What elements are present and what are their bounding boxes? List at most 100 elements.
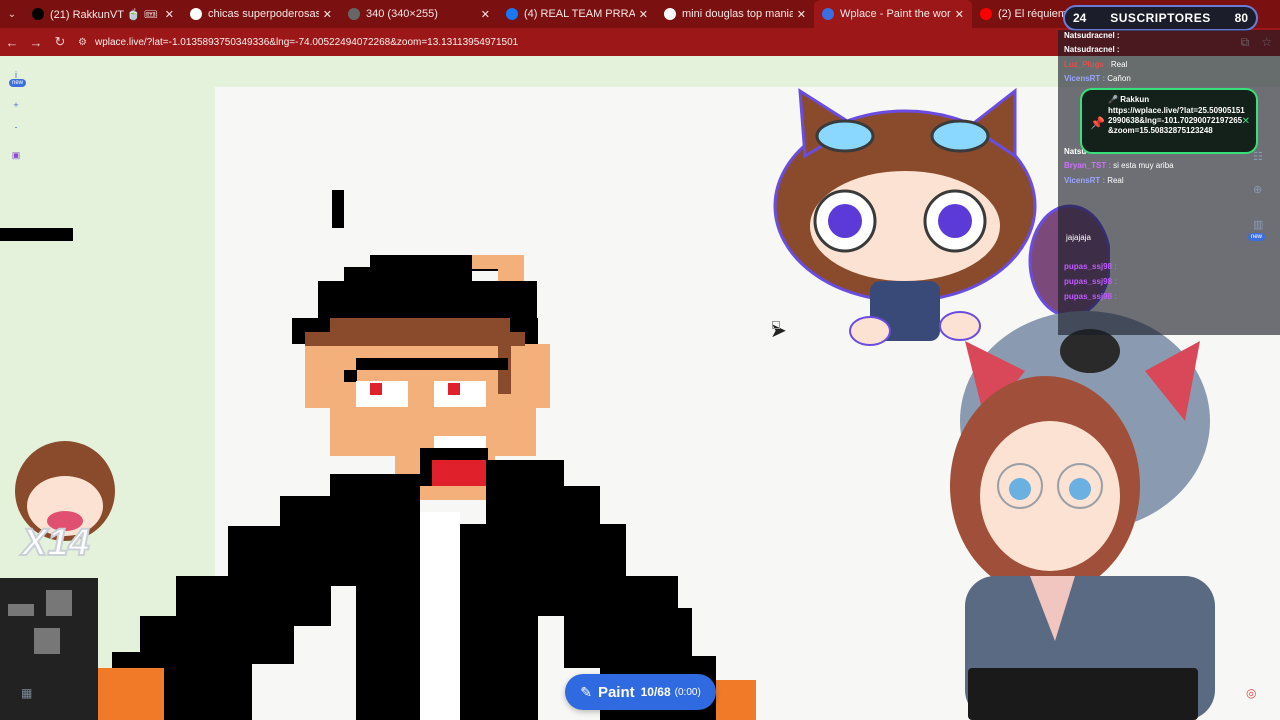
leaderboard-icon[interactable]: ▥	[1253, 218, 1263, 231]
url-text: wplace.live/?lat=-1.0135893750349336&lng…	[94, 36, 519, 48]
pinned-text: https://wplace.live/?lat=25.509051512990…	[1108, 106, 1245, 135]
chat-message: pupas_ssj98 :	[1064, 262, 1119, 271]
browser-tab[interactable]: mini douglas top manias - Mas ✕	[656, 0, 814, 28]
chat-text: Real	[1107, 176, 1124, 185]
pixel-jacket	[356, 586, 420, 720]
pixel-hair	[305, 332, 525, 346]
chibi-pupil	[828, 204, 862, 238]
pixel-tongue	[432, 460, 486, 486]
pixel-hat-highlight	[472, 255, 498, 269]
chibi-hand	[849, 316, 891, 346]
chat-message: pupas_ssj98 :	[1064, 277, 1119, 286]
google-icon	[664, 8, 676, 20]
url-field[interactable]: ⚙ wplace.live/?lat=-1.0135893750349336&l…	[78, 31, 1008, 53]
avatar-eye	[1009, 478, 1031, 500]
subscriber-goal-bar: 24 SUSCRIPTORES 80	[1063, 5, 1258, 31]
people-icon[interactable]: ☷	[1253, 150, 1263, 163]
pixel-eye-white	[356, 381, 408, 407]
crosshair-icon[interactable]: ⊕	[1253, 183, 1262, 196]
chat-message: Luz_Plugs : Real	[1064, 60, 1127, 69]
streamer-avatar	[950, 311, 1215, 720]
chat-message: pupas_ssj98 :	[1064, 292, 1119, 301]
subscriber-goal: 80	[1234, 11, 1248, 25]
paint-label: Paint	[597, 683, 635, 701]
chat-username: Natsudracnel :	[1064, 45, 1120, 54]
youtube-icon	[980, 8, 992, 20]
zoom-in-button[interactable]: +	[6, 100, 26, 110]
new-badge: new	[1248, 233, 1266, 241]
paint-charges: 10/68	[640, 685, 671, 699]
paintbrush-icon: ✎	[580, 683, 592, 700]
chat-username: pupas_ssj98 :	[1064, 277, 1117, 286]
twitch-icon[interactable]: ▣	[6, 150, 26, 161]
chat-username: VicensRT :	[1064, 74, 1106, 83]
pixel-eyebrow	[356, 358, 508, 370]
chat-message: jajajaja	[1064, 233, 1091, 242]
tab-title: chicas superpoderosas hombre	[208, 8, 319, 20]
image-icon	[348, 8, 360, 20]
drawing-tablet	[968, 668, 1198, 720]
stream-chat-overlay: Natsudracnel : Natsudracnel : Luz_Plugs :R…	[1058, 30, 1280, 335]
pixel-gray-block	[34, 628, 60, 654]
chat-message: VicensRT : Real	[1064, 176, 1124, 185]
pinned-chat-message: 📌 🎤 Rakkun https://wplace.live/?lat=25.5…	[1080, 88, 1258, 154]
pixel-mark	[0, 228, 73, 241]
browser-tab[interactable]: (21) RakkunVT 🍵 🎟 en X: "M ✕	[24, 0, 182, 28]
avatar-goggles	[1060, 329, 1120, 373]
chat-username: Luz_Plugs :	[1064, 60, 1109, 69]
pixel-selector-icon	[772, 321, 780, 329]
multiplier-text: X14	[21, 521, 91, 565]
pinned-user: 🎤 Rakkun	[1108, 95, 1150, 104]
close-tab-icon[interactable]: ✕	[165, 8, 174, 21]
chat-username: VicensRT :	[1064, 176, 1106, 185]
site-settings-icon[interactable]: ⚙	[78, 37, 87, 48]
browser-tab[interactable]: 340 (340×255) ✕	[340, 0, 498, 28]
pin-icon: 📌	[1090, 116, 1105, 130]
map-layers-icon[interactable]: ▦	[21, 686, 32, 700]
chat-username: pupas_ssj98 :	[1064, 262, 1117, 271]
chat-text: si esta muy ariba	[1113, 161, 1174, 170]
close-tab-icon[interactable]: ✕	[955, 8, 964, 21]
back-arrow-icon[interactable]: ←	[0, 28, 24, 56]
pixel-jacket	[460, 524, 626, 584]
forward-arrow-icon[interactable]: →	[24, 28, 48, 56]
locate-me-icon[interactable]: ◎	[1246, 686, 1256, 700]
chibi-goggle	[930, 119, 990, 153]
zoom-out-button[interactable]: -	[6, 122, 26, 132]
pixel-mark	[332, 190, 344, 228]
paint-button[interactable]: ✎ Paint 10/68 (0:00)	[565, 674, 716, 710]
pixel-orange	[716, 680, 756, 720]
browser-tab[interactable]: (4) REAL TEAM PRRAS! | Facebo ✕	[498, 0, 656, 28]
chat-username: Natsudracnel :	[1064, 31, 1120, 40]
pixel-gray-block	[46, 590, 72, 616]
pixel-face	[305, 344, 550, 408]
tab-title: (21) RakkunVT 🍵 🎟 en X: "M	[50, 8, 161, 21]
chibi-goggle	[815, 119, 875, 153]
chibi-pupil	[938, 204, 972, 238]
chat-text: jajajaja	[1066, 233, 1091, 242]
close-tab-icon[interactable]: ✕	[797, 8, 806, 21]
close-tab-icon[interactable]: ✕	[481, 8, 490, 21]
chat-message: Bryan_TST : si esta muy ariba	[1064, 161, 1174, 170]
close-tab-icon[interactable]: ✕	[323, 8, 332, 21]
pixel-eye-red	[370, 383, 382, 395]
chat-username: pupas_ssj98 :	[1064, 292, 1117, 301]
x-logo-icon	[32, 8, 44, 20]
pixel-hat	[318, 281, 537, 321]
close-tab-icon[interactable]: ✕	[639, 8, 648, 21]
chat-text: Cañon	[1107, 74, 1131, 83]
pixel-jacket	[460, 576, 538, 720]
chat-username: Bryan_TST :	[1064, 161, 1112, 170]
paint-timer: (0:00)	[674, 686, 701, 698]
tab-search-chevron-icon[interactable]: ⌄	[0, 0, 24, 28]
close-icon[interactable]: ✕	[1242, 116, 1250, 127]
tab-title: mini douglas top manias - Mas	[682, 8, 793, 20]
chat-message: Natsudracnel :	[1064, 45, 1122, 54]
browser-tab[interactable]: chicas superpoderosas hombre ✕	[182, 0, 340, 28]
subscriber-label: SUSCRIPTORES	[1110, 11, 1211, 25]
pixel-teeth	[434, 436, 486, 448]
browser-tab[interactable]: Wplace - Paint the world ✕	[814, 0, 972, 28]
wplace-icon	[822, 8, 834, 20]
reload-icon[interactable]: ↻	[48, 28, 72, 56]
subscriber-current: 24	[1073, 11, 1087, 25]
